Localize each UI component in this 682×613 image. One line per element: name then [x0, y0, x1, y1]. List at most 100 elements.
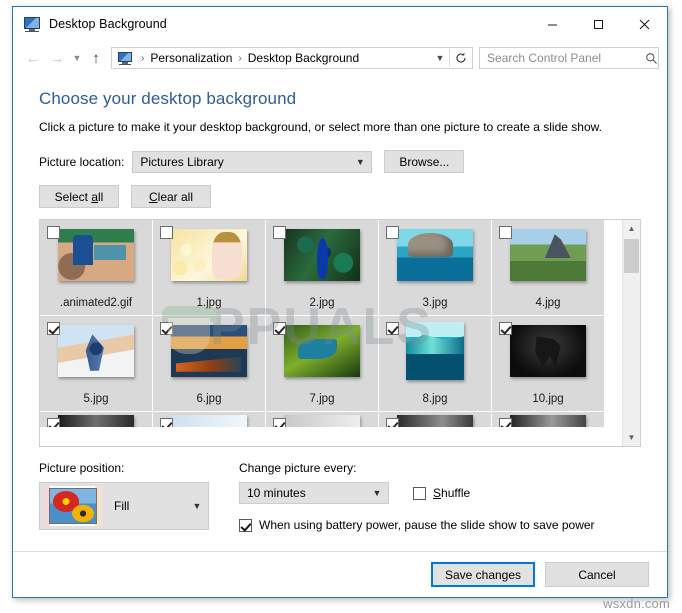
select-all-button[interactable]: Select all	[39, 185, 119, 208]
picture-caption: 5.jpg	[83, 393, 109, 405]
maximize-button[interactable]	[575, 7, 621, 41]
shuffle-checkbox[interactable]	[413, 486, 426, 500]
picture-location-row: Picture location: Pictures Library ▼ Bro…	[39, 150, 641, 173]
clear-all-button[interactable]: Clear all	[131, 185, 211, 208]
picture-cell[interactable]: 6.jpg	[153, 316, 266, 412]
monitor-icon	[23, 16, 41, 32]
history-chevron-down-icon[interactable]: ▼	[69, 46, 85, 70]
change-picture-value: 10 minutes	[247, 486, 306, 500]
minimize-button[interactable]	[529, 7, 575, 41]
address-chevron-down-icon[interactable]: ▼	[431, 48, 449, 68]
battery-checkbox[interactable]	[239, 518, 252, 532]
scroll-up-icon[interactable]: ▲	[623, 220, 640, 237]
picture-checkbox[interactable]	[499, 226, 512, 239]
picture-position-label: Picture position:	[39, 461, 125, 475]
page-title: Choose your desktop background	[39, 89, 297, 108]
picture-checkbox[interactable]	[386, 322, 399, 335]
title-bar: Desktop Background	[13, 7, 667, 41]
picture-checkbox[interactable]	[273, 418, 286, 427]
picture-thumbnail-image	[171, 325, 247, 377]
picture-checkbox[interactable]	[273, 322, 286, 335]
picture-position-group: Picture position: Fill ▼	[39, 461, 239, 532]
scrollbar-thumb[interactable]	[624, 239, 639, 273]
picture-checkbox[interactable]	[160, 322, 173, 335]
picture-thumbnail-image	[171, 229, 247, 281]
picture-thumbnail-image	[284, 415, 360, 427]
battery-label: When using battery power, pause the slid…	[259, 518, 595, 532]
picture-thumbnail-image	[510, 325, 586, 377]
picture-cell-partial[interactable]	[379, 412, 492, 428]
picture-thumbnail-image	[397, 229, 473, 281]
shuffle-label: Shuffle	[433, 486, 471, 500]
desktop-background-window: Desktop Background ← → ▼ ↑ › Personaliza…	[12, 6, 668, 598]
picture-cell-partial[interactable]	[492, 412, 605, 428]
picture-caption: 2.jpg	[309, 297, 335, 309]
breadcrumb-separator: ›	[141, 52, 145, 64]
picture-location-value: Pictures Library	[140, 154, 224, 169]
change-picture-label: Change picture every:	[239, 461, 357, 475]
picture-cell[interactable]: 2.jpg	[266, 220, 379, 316]
address-bar[interactable]: › Personalization › Desktop Background ▼	[111, 47, 473, 69]
breadcrumb-personalization[interactable]: Personalization	[148, 51, 234, 65]
close-button[interactable]	[621, 7, 667, 41]
picture-cell[interactable]: 8.jpg	[379, 316, 492, 412]
browse-button[interactable]: Browse...	[384, 150, 465, 173]
picture-thumbnail-image	[58, 415, 134, 427]
picture-cell[interactable]: 7.jpg	[266, 316, 379, 412]
picture-cell[interactable]: 1.jpg	[153, 220, 266, 316]
picture-caption: 1.jpg	[196, 297, 222, 309]
picture-checkbox[interactable]	[499, 418, 512, 427]
picture-checkbox[interactable]	[47, 226, 60, 239]
picture-grid-viewport: .animated2.gif 1.jpg 2.jpg 3.jpg 4.jpg 5.jpg 6…	[40, 220, 622, 446]
options-area: Picture position: Fill ▼ Change picture …	[39, 461, 641, 532]
picture-cell[interactable]: 4.jpg	[492, 220, 605, 316]
breadcrumb-desktop-background[interactable]: Desktop Background	[246, 51, 361, 65]
picture-thumbnail-image	[284, 325, 360, 377]
picture-list[interactable]: .animated2.gif 1.jpg 2.jpg 3.jpg 4.jpg 5.jpg 6…	[39, 219, 641, 447]
picture-checkbox[interactable]	[47, 322, 60, 335]
forward-icon[interactable]: →	[45, 46, 69, 70]
picture-cell[interactable]: 3.jpg	[379, 220, 492, 316]
battery-row[interactable]: When using battery power, pause the slid…	[239, 518, 641, 532]
change-picture-row: 10 minutes ▼ Shuffle	[239, 482, 641, 504]
picture-checkbox[interactable]	[273, 226, 286, 239]
picture-thumbnail-image	[397, 415, 473, 427]
save-changes-button[interactable]: Save changes	[431, 562, 535, 587]
picture-checkbox[interactable]	[47, 418, 60, 427]
picture-cell-partial[interactable]	[153, 412, 266, 428]
picture-cell-partial[interactable]	[40, 412, 153, 428]
picture-list-scrollbar[interactable]: ▲ ▼	[622, 220, 640, 446]
picture-position-dropdown[interactable]: Fill ▼	[39, 482, 209, 530]
picture-location-dropdown[interactable]: Pictures Library ▼	[132, 150, 373, 173]
picture-location-label: Picture location:	[39, 154, 125, 169]
picture-checkbox[interactable]	[386, 226, 399, 239]
chevron-down-icon: ▼	[355, 156, 365, 167]
selection-buttons-row: Select all Clear all	[39, 185, 641, 208]
picture-cell-partial[interactable]	[266, 412, 379, 428]
picture-checkbox[interactable]	[386, 418, 399, 427]
cancel-button[interactable]: Cancel	[545, 562, 649, 587]
page-subtitle: Click a picture to make it your desktop …	[39, 120, 602, 134]
picture-thumbnail-image	[58, 325, 134, 377]
search-box[interactable]	[479, 47, 659, 69]
picture-cell[interactable]: .animated2.gif	[40, 220, 153, 316]
picture-thumbnail-image	[406, 322, 464, 380]
picture-checkbox[interactable]	[499, 322, 512, 335]
up-arrow-icon[interactable]: ↑	[85, 46, 107, 70]
picture-caption: 8.jpg	[422, 393, 448, 405]
breadcrumb-monitor-icon	[117, 51, 133, 65]
refresh-icon[interactable]	[450, 48, 472, 68]
back-icon[interactable]: ←	[21, 46, 45, 70]
picture-checkbox[interactable]	[160, 226, 173, 239]
clear-all-accel: C	[148, 189, 158, 204]
picture-caption: .animated2.gif	[59, 297, 133, 309]
scroll-down-icon[interactable]: ▼	[623, 429, 640, 446]
window-title: Desktop Background	[49, 17, 167, 31]
picture-checkbox[interactable]	[160, 418, 173, 427]
picture-cell[interactable]: 5.jpg	[40, 316, 153, 412]
picture-caption: 10.jpg	[532, 393, 564, 405]
picture-cell[interactable]: 10.jpg	[492, 316, 605, 412]
change-picture-dropdown[interactable]: 10 minutes ▼	[239, 482, 389, 504]
search-input[interactable]	[480, 50, 644, 66]
shuffle-row[interactable]: Shuffle	[413, 486, 470, 500]
